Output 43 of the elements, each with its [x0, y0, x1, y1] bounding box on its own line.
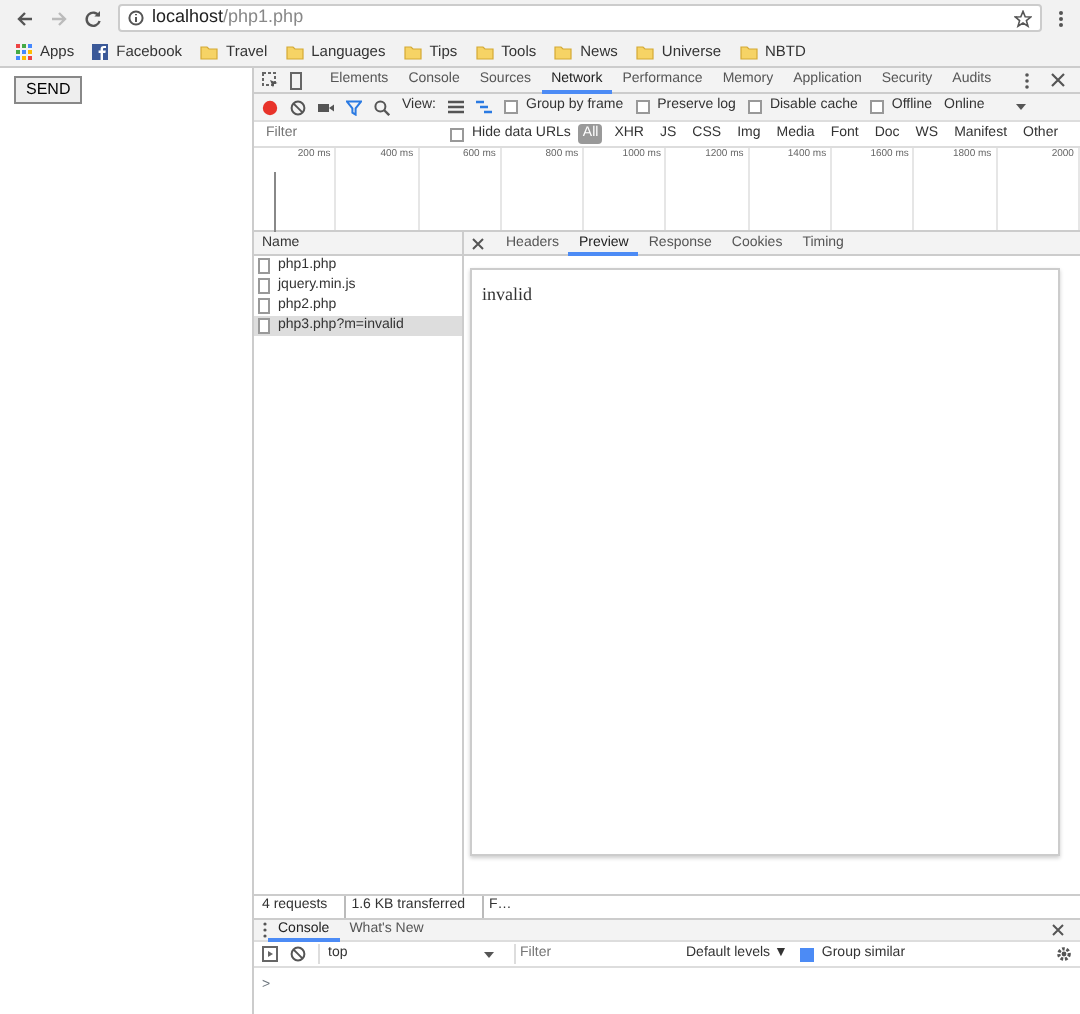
folder-icon: [403, 43, 422, 59]
search-icon[interactable]: [374, 99, 390, 115]
folder-icon: [475, 43, 494, 59]
reload-icon[interactable]: [84, 9, 102, 27]
star-icon[interactable]: [1014, 9, 1032, 27]
inspect-icon[interactable]: [262, 72, 278, 88]
folder-icon: [739, 43, 757, 59]
filter-icon[interactable]: [346, 99, 362, 115]
checkbox[interactable]: [635, 100, 650, 114]
checkbox[interactable]: [747, 100, 762, 114]
record-icon[interactable]: [262, 99, 278, 115]
preview-text: invalid: [482, 284, 532, 304]
dropdown-icon: [1016, 104, 1027, 110]
clear-icon[interactable]: [290, 946, 306, 962]
folder-icon: [635, 43, 654, 59]
checkbox[interactable]: [869, 100, 884, 114]
menu-icon[interactable]: [1058, 9, 1064, 27]
checkbox[interactable]: [504, 100, 518, 114]
folder-icon: [200, 43, 219, 59]
clear-icon[interactable]: [290, 99, 306, 115]
list-view-icon[interactable]: [448, 100, 464, 114]
folder-icon: [554, 43, 573, 59]
close-icon[interactable]: [1050, 72, 1066, 88]
url-text: localhost/php1.php: [152, 4, 304, 31]
waterfall-view-icon[interactable]: [476, 100, 492, 114]
device-icon[interactable]: [288, 71, 304, 89]
more-icon[interactable]: [262, 922, 268, 938]
checkbox[interactable]: [799, 947, 814, 961]
back-icon[interactable]: [16, 9, 34, 27]
settings-icon[interactable]: [1056, 946, 1072, 962]
address-bar[interactable]: localhost/php1.php: [118, 4, 1042, 32]
more-icon[interactable]: [1024, 71, 1030, 89]
grid-icon: [16, 43, 32, 59]
facebook-icon: [92, 43, 109, 59]
checkbox[interactable]: [450, 127, 464, 141]
sidebar-icon[interactable]: [262, 946, 278, 962]
dropdown-icon: [484, 951, 494, 957]
camera-icon[interactable]: [318, 101, 334, 113]
close-icon[interactable]: [472, 237, 484, 249]
close-icon[interactable]: [1052, 924, 1064, 936]
send-button[interactable]: SEND: [14, 76, 83, 104]
folder-icon: [285, 43, 304, 59]
info-icon: [128, 10, 144, 26]
